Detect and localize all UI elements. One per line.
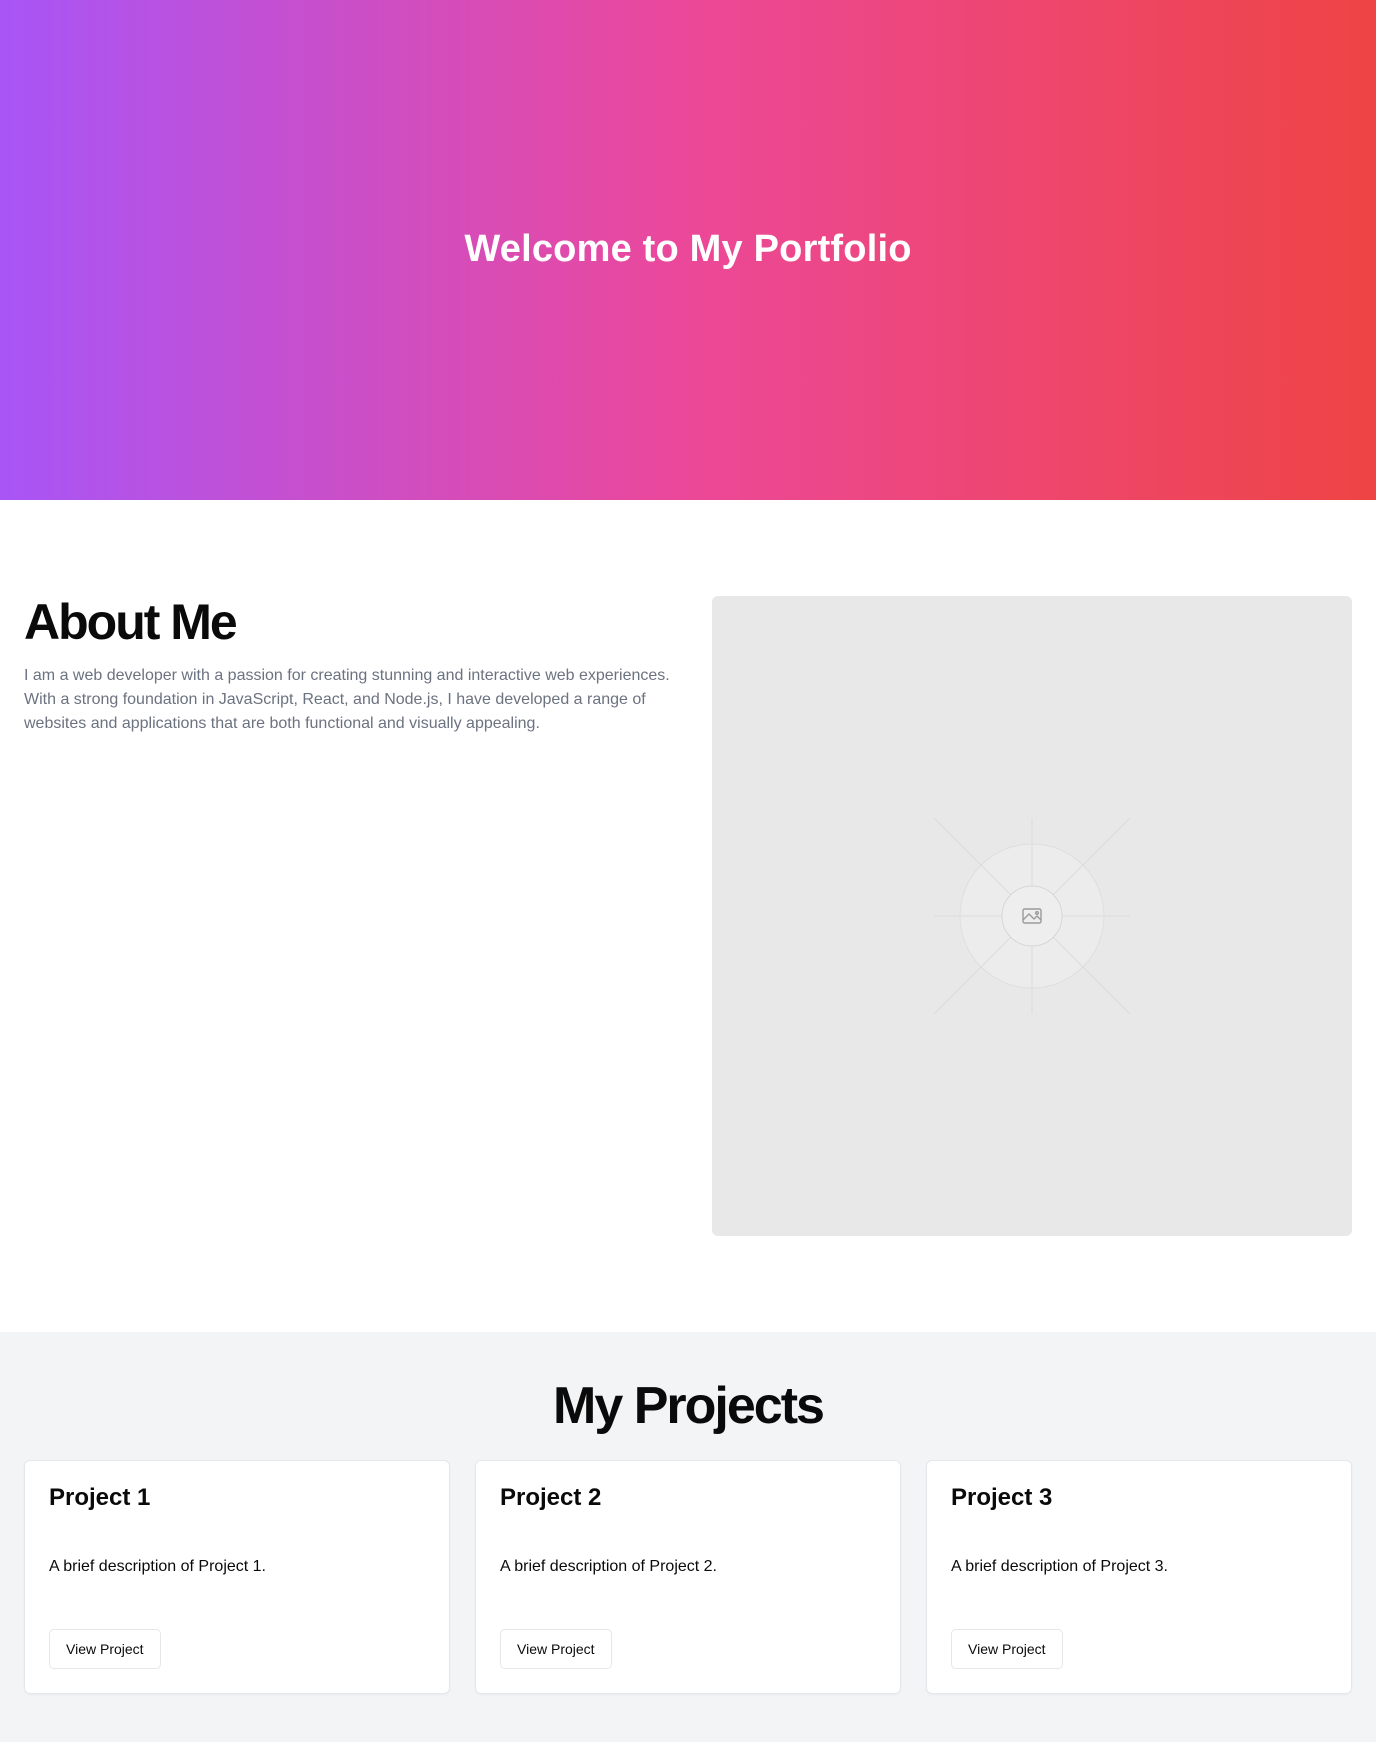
about-heading: About Me	[24, 594, 238, 650]
projects-heading: My Projects	[553, 1377, 825, 1435]
hero-title: Welcome to My Portfolio	[464, 227, 912, 270]
view-project-button[interactable]: View Project	[951, 1629, 1063, 1669]
project-card: Project 1 A brief description of Project…	[24, 1460, 450, 1694]
project-description: A brief description of Project 3.	[951, 1558, 1168, 1575]
about-section: About Me I am a web developer with a pas…	[0, 500, 1376, 1332]
project-title: Project 1	[49, 1484, 151, 1511]
project-description: A brief description of Project 2.	[500, 1558, 717, 1575]
project-description: A brief description of Project 1.	[49, 1558, 266, 1575]
projects-section: My Projects Project 1 A brief descriptio…	[0, 1332, 1376, 1742]
project-card: Project 3 A brief description of Project…	[926, 1460, 1352, 1694]
about-image-placeholder	[712, 596, 1352, 1236]
hero-banner: Welcome to My Portfolio	[0, 0, 1376, 500]
about-text-block: About Me I am a web developer with a pas…	[24, 592, 684, 736]
view-project-button[interactable]: View Project	[49, 1629, 161, 1669]
view-project-button[interactable]: View Project	[500, 1629, 612, 1669]
project-card: Project 2 A brief description of Project…	[475, 1460, 901, 1694]
project-title: Project 2	[500, 1484, 602, 1511]
about-description: I am a web developer with a passion for …	[24, 667, 670, 732]
project-title: Project 3	[951, 1484, 1053, 1511]
image-placeholder-icon	[933, 817, 1131, 1015]
